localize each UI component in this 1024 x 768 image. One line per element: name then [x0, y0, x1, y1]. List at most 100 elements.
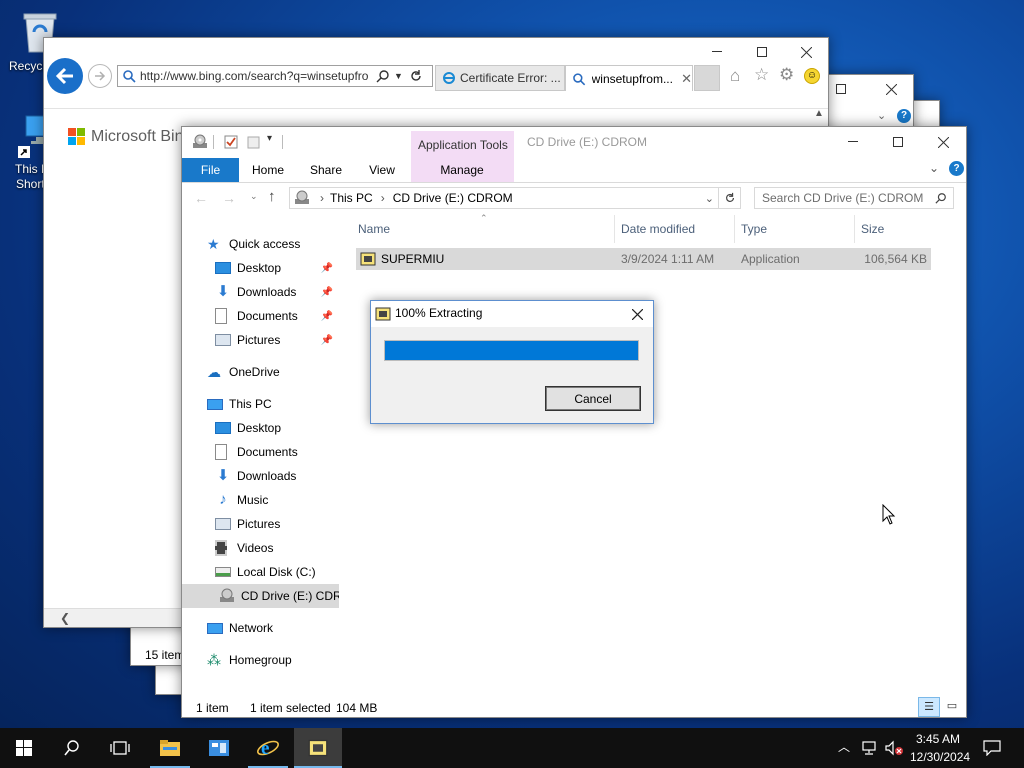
close-icon — [885, 83, 897, 95]
refresh-icon — [725, 192, 734, 202]
search-box[interactable]: Search CD Drive (E:) CDROM — [754, 187, 954, 209]
close-button[interactable] — [625, 303, 649, 325]
pin-icon[interactable]: 📌 — [321, 263, 333, 274]
bing-logo[interactable]: Microsoft Bing — [68, 128, 192, 146]
clock-date[interactable]: 12/30/2024 — [910, 750, 970, 764]
new-tab-button[interactable] — [694, 65, 720, 91]
tab-close-icon[interactable]: ✕ — [681, 71, 692, 87]
search-button[interactable] — [48, 728, 96, 768]
column-header-type[interactable]: Type — [735, 215, 855, 243]
address-text[interactable]: http://www.bing.com/search?q=winsetupfro — [140, 69, 376, 83]
taskbar-internet-explorer[interactable]: e — [244, 728, 292, 768]
chevron-down-icon[interactable]: ⌄ — [929, 161, 939, 175]
close-button[interactable] — [920, 127, 966, 157]
cancel-button[interactable]: Cancel — [545, 386, 641, 411]
gear-icon[interactable]: ⚙ — [779, 65, 794, 85]
large-icons-view-button[interactable]: ▭ — [942, 697, 962, 717]
breadcrumb-item[interactable]: CD Drive (E:) CDROM — [393, 191, 513, 205]
nav-pc-downloads[interactable]: ⬇ Downloads — [182, 464, 337, 488]
quick-access-toolbar-dropdown[interactable]: ▾ — [267, 133, 272, 144]
nav-quick-documents[interactable]: Documents 📌 — [182, 304, 337, 328]
task-view-button[interactable] — [96, 728, 144, 768]
action-center-icon[interactable] — [983, 740, 1001, 756]
home-icon[interactable]: ⌂ — [730, 66, 740, 86]
properties-icon[interactable] — [223, 134, 239, 150]
maximize-button[interactable] — [875, 127, 920, 157]
pin-icon[interactable]: 📌 — [321, 287, 333, 298]
refresh-icon[interactable] — [409, 69, 423, 83]
network-status-icon[interactable] — [861, 740, 879, 756]
column-header-size[interactable]: Size — [855, 215, 930, 243]
back-arrow-icon[interactable]: ← — [194, 190, 208, 206]
tab-view[interactable]: View — [358, 158, 406, 182]
divider — [282, 135, 283, 149]
taskbar-server-manager[interactable] — [195, 728, 243, 768]
new-folder-icon[interactable] — [246, 134, 262, 150]
close-button[interactable] — [871, 75, 911, 103]
nav-quick-access[interactable]: ★ Quick access — [182, 232, 337, 256]
tab-share[interactable]: Share — [300, 158, 352, 182]
nav-homegroup[interactable]: ⁂ Homegroup — [182, 648, 337, 672]
nav-quick-desktop[interactable]: Desktop 📌 — [182, 256, 337, 280]
taskbar-file-explorer[interactable] — [146, 728, 194, 768]
nav-label: Videos — [237, 541, 274, 555]
nav-label: Pictures — [237, 517, 281, 531]
cd-drive-icon — [193, 134, 207, 148]
recent-locations-chevron-icon[interactable]: ⌄ — [250, 191, 258, 202]
tab-label: winsetupfrom... — [591, 71, 673, 86]
favorites-star-icon[interactable]: ☆ — [754, 65, 769, 85]
application-icon — [308, 739, 328, 757]
minimize-button[interactable] — [830, 127, 875, 157]
browser-tab-active[interactable]: winsetupfrom... ✕ — [565, 65, 693, 91]
tab-home[interactable]: Home — [244, 158, 292, 182]
smiley-feedback-icon[interactable]: ☺ — [804, 68, 820, 84]
minimize-button[interactable] — [694, 38, 739, 66]
nav-pc-pictures[interactable]: Pictures — [182, 512, 337, 536]
search-icon[interactable] — [376, 69, 390, 83]
forward-arrow-icon[interactable]: → — [222, 190, 236, 206]
nav-network[interactable]: Network — [182, 616, 337, 640]
nav-onedrive[interactable]: ☁ OneDrive — [182, 360, 337, 384]
help-icon[interactable]: ? — [949, 161, 964, 176]
maximize-button[interactable] — [739, 38, 784, 66]
breadcrumb-item[interactable]: This PC — [330, 191, 373, 205]
tab-manage[interactable]: Manage — [422, 158, 502, 182]
scroll-up-icon[interactable]: ▲ — [810, 108, 828, 126]
nav-pc-music[interactable]: ♪ Music — [182, 488, 337, 512]
clock-time[interactable]: 3:45 AM — [916, 732, 960, 746]
nav-pc-videos[interactable]: Videos — [182, 536, 337, 560]
chevron-down-icon[interactable]: ▼ — [394, 71, 403, 81]
microsoft-logo-icon — [68, 128, 85, 145]
table-row[interactable]: SUPERMIU 3/9/2024 1:11 AM Application 10… — [356, 248, 931, 270]
pin-icon[interactable]: 📌 — [321, 335, 333, 346]
help-icon[interactable]: ? — [897, 109, 911, 123]
tab-file[interactable]: File — [182, 158, 239, 182]
nav-pc-documents[interactable]: Documents — [182, 440, 337, 464]
taskbar-supermiu-app[interactable] — [294, 728, 342, 768]
browser-tab[interactable]: Certificate Error: ... — [435, 65, 565, 91]
close-button[interactable] — [784, 38, 829, 66]
show-hidden-icons-chevron[interactable]: ︿ — [838, 738, 850, 755]
pin-icon[interactable]: 📌 — [321, 311, 333, 322]
up-arrow-icon[interactable]: ↑ — [268, 188, 276, 205]
forward-button[interactable] — [88, 64, 112, 88]
scroll-left-icon[interactable]: ❮ — [60, 611, 70, 625]
nav-pc-local-disk[interactable]: Local Disk (C:) — [182, 560, 337, 584]
column-header-date[interactable]: Date modified — [615, 215, 735, 243]
start-button[interactable] — [0, 728, 48, 768]
breadcrumb[interactable]: › This PC › CD Drive (E:) CDROM ⌄ — [289, 187, 719, 209]
back-button[interactable] — [47, 58, 83, 94]
refresh-button[interactable] — [719, 187, 741, 209]
nav-this-pc[interactable]: This PC — [182, 392, 337, 416]
chevron-down-icon[interactable]: ⌄ — [705, 192, 714, 205]
nav-quick-downloads[interactable]: ⬇ Downloads 📌 — [182, 280, 337, 304]
nav-pc-desktop[interactable]: Desktop — [182, 416, 337, 440]
status-selected: 1 item selected — [250, 701, 331, 715]
column-header-name[interactable]: Name — [352, 215, 615, 243]
nav-pc-cd-drive[interactable]: CD Drive (E:) CDROI — [182, 584, 339, 608]
chevron-down-icon[interactable]: ⌄ — [877, 109, 886, 122]
address-bar[interactable]: http://www.bing.com/search?q=winsetupfro… — [117, 65, 433, 87]
nav-quick-pictures[interactable]: Pictures 📌 — [182, 328, 337, 352]
volume-muted-icon[interactable] — [884, 740, 904, 756]
details-view-button[interactable]: ☰ — [918, 697, 940, 717]
